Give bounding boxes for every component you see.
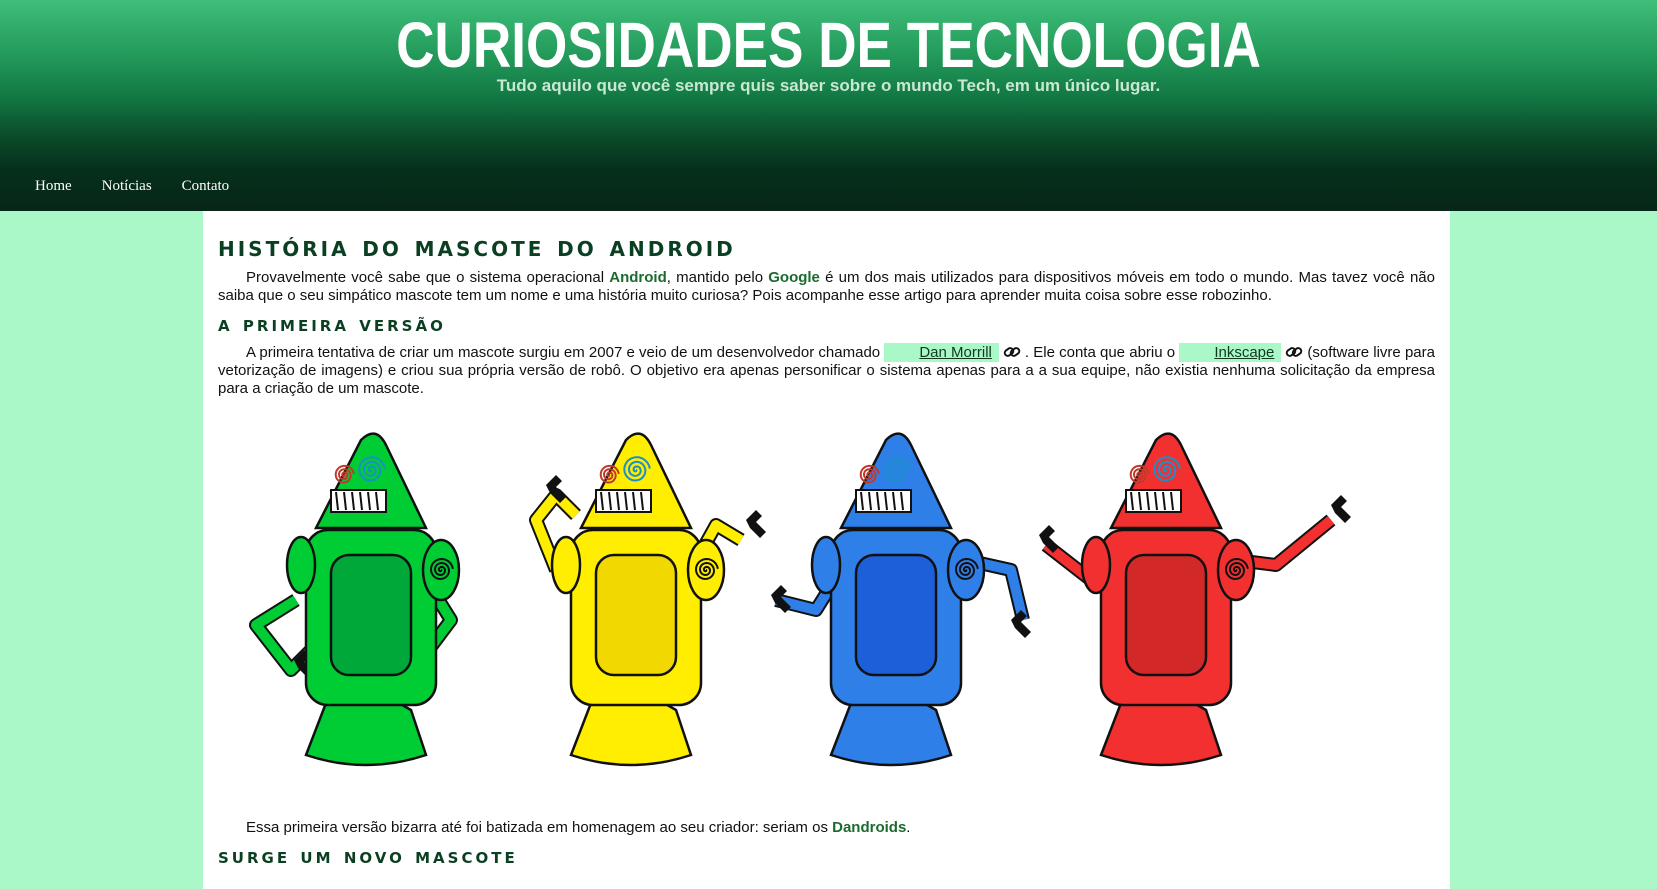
site-header: CURIOSIDADES DE TECNOLOGIA Tudo aquilo q… — [0, 0, 1657, 211]
keyword-google: Google — [768, 269, 820, 286]
section-title-first-version: A primeira versão — [218, 312, 446, 336]
nav-contact-link[interactable]: Contato — [167, 178, 245, 195]
inkscape-link[interactable]: Inkscape — [1179, 343, 1282, 362]
paragraph-text-2: . Ele conta que abriu o — [1024, 344, 1180, 361]
intro-text-2: , mantido pelo — [666, 269, 769, 286]
first-version-paragraph: A primeira tentativa de criar um mascote… — [218, 343, 1435, 398]
robots-illustration — [249, 432, 1351, 767]
intro-paragraph: Provavelmente você sabe que o sistema op… — [218, 269, 1435, 305]
main-nav: Home Notícias Contato — [20, 178, 244, 195]
article-container: História do mascote do Android Provavelm… — [203, 211, 1450, 889]
dan-morrill-link[interactable]: Dan Morrill — [884, 343, 999, 362]
blue-robot — [771, 432, 1031, 767]
intro-text-1: Provavelmente você sabe que o sistema op… — [246, 269, 610, 286]
paragraph-text-1: A primeira tentativa de criar um mascote… — [246, 344, 885, 361]
yellow-robot — [529, 432, 766, 767]
keyword-dandroids: Dandroids — [832, 819, 907, 836]
section-title-new-mascot: Surge um novo mascote — [218, 844, 518, 868]
dandroids-image — [218, 420, 1435, 815]
nav-home-link[interactable]: Home — [20, 178, 87, 195]
nav-news-link[interactable]: Notícias — [87, 178, 167, 195]
site-title: CURIOSIDADES DE TECNOLOGIA — [396, 9, 1261, 81]
site-subtitle: Tudo aquilo que você sempre quis saber s… — [496, 76, 1161, 95]
green-robot — [249, 432, 461, 767]
article-title: História do mascote do Android — [218, 230, 736, 263]
paragraph-text-4: Essa primeira versão bizarra até foi bat… — [246, 819, 833, 836]
dandroids-paragraph: Essa primeira versão bizarra até foi bat… — [218, 819, 1435, 837]
link-icon — [1003, 347, 1021, 357]
red-robot — [1039, 432, 1351, 767]
paragraph-text-5: . — [906, 819, 911, 836]
link-icon — [1286, 347, 1303, 357]
keyword-android: Android — [609, 269, 667, 286]
